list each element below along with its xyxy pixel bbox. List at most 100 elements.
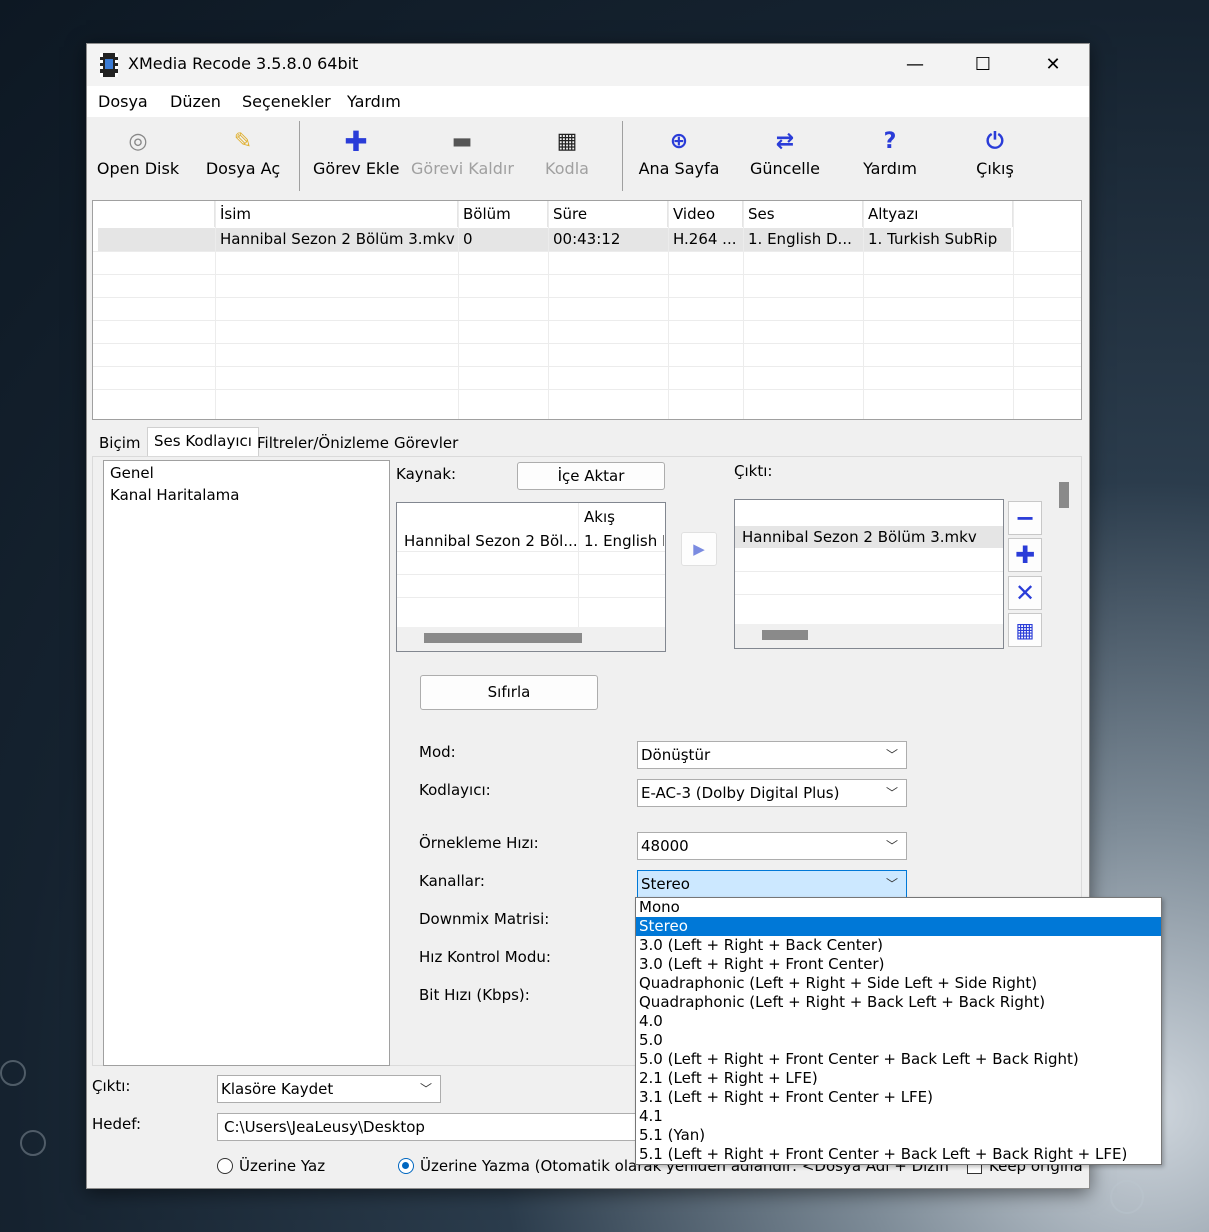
remove-stream-button[interactable]: −	[1008, 501, 1042, 535]
dropdown-option[interactable]: 5.0	[636, 1031, 1161, 1050]
dropdown-option[interactable]: 2.1 (Left + Right + LFE)	[636, 1069, 1161, 1088]
exit-button[interactable]: ⏻ Çıkış	[963, 117, 1027, 195]
column-header-chapter[interactable]: Bölüm	[458, 201, 548, 227]
dropdown-option[interactable]: 4.0	[636, 1012, 1161, 1031]
minus-icon: −	[1014, 504, 1036, 532]
scrollbar-thumb[interactable]	[1059, 482, 1069, 508]
no-overwrite-radio[interactable]	[398, 1158, 414, 1174]
update-button[interactable]: ⇄ Güncelle	[747, 117, 823, 195]
open-disk-button[interactable]: ◎ Open Disk	[95, 117, 181, 195]
cell-chapter: 0	[463, 230, 473, 248]
window-title: XMedia Recode 3.5.8.0 64bit	[128, 54, 359, 73]
job-list[interactable]: İsim Bölüm Süre Video Ses Altyazı Hannib…	[92, 200, 1082, 420]
menu-duzen[interactable]: Düzen	[170, 92, 221, 111]
grid-line	[93, 274, 1081, 275]
channels-dropdown-list[interactable]: Mono Stereo 3.0 (Left + Right + Back Cente…	[635, 897, 1162, 1165]
horizontal-scrollbar[interactable]	[397, 627, 665, 651]
dropdown-option[interactable]: 5.1 (Left + Right + Front Center + Back …	[636, 1145, 1161, 1164]
bitrate-label: Bit Hızı (Kbps):	[419, 986, 530, 1004]
arrow-right-icon: ▶	[693, 540, 705, 558]
scrollbar-thumb[interactable]	[424, 633, 582, 643]
source-stream-list[interactable]: Akış Hannibal Sezon 2 Böl... 1. English …	[396, 502, 666, 652]
open-file-label: Dosya Aç	[205, 159, 281, 178]
codec-value: E-AC-3 (Dolby Digital Plus)	[641, 784, 840, 802]
home-label: Ana Sayfa	[638, 159, 720, 178]
add-stream-button[interactable]: ✚	[1008, 538, 1042, 572]
calculator-button[interactable]: ▦	[1008, 613, 1042, 647]
import-button[interactable]: İçe Aktar	[517, 462, 665, 490]
tab-bicim[interactable]: Biçim	[93, 430, 146, 456]
maximize-button[interactable]: ☐	[951, 44, 1015, 86]
column-header-audio[interactable]: Ses	[743, 201, 863, 227]
column-header-stream[interactable]: Akış	[584, 508, 615, 526]
column-header-video[interactable]: Video	[668, 201, 743, 227]
dropdown-option[interactable]: Quadraphonic (Left + Right + Side Left +…	[636, 974, 1161, 993]
film-strip-icon	[100, 53, 118, 77]
overwrite-radio[interactable]	[217, 1158, 233, 1174]
samplerate-select[interactable]: 48000 ﹀	[637, 832, 907, 860]
column-header-blank[interactable]	[93, 201, 215, 227]
background-ring	[0, 1060, 26, 1086]
tree-item-kanal-haritalama[interactable]: Kanal Haritalama	[110, 486, 239, 504]
menu-dosya[interactable]: Dosya	[98, 92, 148, 111]
dropdown-option[interactable]: 3.0 (Left + Right + Back Center)	[636, 936, 1161, 955]
output-mode-select[interactable]: Klasöre Kaydet ﹀	[217, 1075, 441, 1103]
cell-name: Hannibal Sezon 2 Bölüm 3.mkv	[220, 230, 455, 248]
dropdown-option[interactable]: 3.0 (Left + Right + Front Center)	[636, 955, 1161, 974]
title-bar[interactable]: XMedia Recode 3.5.8.0 64bit — ☐ ✕	[87, 44, 1089, 86]
column-header-subtitle[interactable]: Altyazı	[863, 201, 1013, 227]
mode-select[interactable]: Dönüştür ﹀	[637, 741, 907, 769]
grid-line	[93, 366, 1081, 367]
codec-label: Kodlayıcı:	[419, 781, 491, 799]
close-button[interactable]: ✕	[1021, 44, 1085, 86]
plus-icon: ✚	[1014, 541, 1036, 569]
open-file-button[interactable]: ✎ Dosya Aç	[202, 117, 284, 195]
encode-button[interactable]: ▦ Kodla	[533, 117, 601, 195]
minus-icon: ▬	[451, 129, 473, 154]
dropdown-option[interactable]: 3.1 (Left + Right + Front Center + LFE)	[636, 1088, 1161, 1107]
tree-item-genel[interactable]: Genel	[110, 464, 154, 482]
question-mark-icon: ?	[883, 129, 897, 154]
dropdown-option[interactable]: Quadraphonic (Left + Right + Back Left +…	[636, 993, 1161, 1012]
source-label: Kaynak:	[396, 465, 457, 483]
column-header-name[interactable]: İsim	[215, 201, 458, 227]
codec-select[interactable]: E-AC-3 (Dolby Digital Plus) ﹀	[637, 779, 907, 807]
help-button[interactable]: ? Yardım	[857, 117, 923, 195]
dropdown-option[interactable]: 4.1	[636, 1107, 1161, 1126]
panel-scrollbar[interactable]	[1053, 460, 1079, 900]
background-ring	[20, 1130, 46, 1156]
refresh-icon: ⇄	[775, 129, 795, 154]
minimize-button[interactable]: —	[883, 44, 947, 86]
scrollbar-thumb[interactable]	[762, 630, 808, 640]
toolbar-separator	[299, 121, 300, 191]
settings-tree[interactable]: Genel Kanal Haritalama	[103, 460, 390, 1066]
tab-filtreler[interactable]: Filtreler/Önizleme	[251, 430, 395, 456]
tab-gorevler[interactable]: Görevler	[388, 430, 464, 456]
column-header-duration[interactable]: Süre	[548, 201, 668, 227]
remove-job-button[interactable]: ▬ Görevi Kaldır	[411, 117, 514, 195]
list-item-selected[interactable]: Hannibal Sezon 2 Bölüm 3.mkv	[735, 526, 1003, 548]
channels-select[interactable]: Stereo ﹀	[637, 870, 907, 898]
target-path-input[interactable]: C:\Users\JeaLeusy\Desktop	[217, 1113, 647, 1141]
reset-button[interactable]: Sıfırla	[420, 675, 598, 710]
horizontal-scrollbar[interactable]	[735, 624, 1003, 648]
home-button[interactable]: ⊕ Ana Sayfa	[637, 117, 721, 195]
dropdown-option[interactable]: Stereo	[636, 917, 1161, 936]
add-job-button[interactable]: ✚ Görev Ekle	[313, 117, 399, 195]
grid-line	[735, 571, 1003, 572]
output-stream-list[interactable]: Hannibal Sezon 2 Bölüm 3.mkv	[734, 499, 1004, 649]
tab-ses-kodlayici[interactable]: Ses Kodlayıcı	[147, 427, 259, 458]
dropdown-option[interactable]: 5.0 (Left + Right + Front Center + Back …	[636, 1050, 1161, 1069]
chevron-down-icon: ﹀	[885, 839, 898, 853]
menu-secenekler[interactable]: Seçenekler	[242, 92, 331, 111]
grid-line	[397, 597, 665, 598]
dropdown-option[interactable]: 5.1 (Yan)	[636, 1126, 1161, 1145]
delete-stream-button[interactable]: ✕	[1008, 576, 1042, 610]
dropdown-option[interactable]: Mono	[636, 898, 1161, 917]
menu-yardim[interactable]: Yardım	[347, 92, 401, 111]
overwrite-label[interactable]: Üzerine Yaz	[239, 1157, 325, 1175]
cell-audio: 1. English D...	[748, 230, 852, 248]
add-job-label: Görev Ekle	[313, 159, 400, 178]
target-path-value: C:\Users\JeaLeusy\Desktop	[224, 1118, 425, 1136]
move-to-output-button[interactable]: ▶	[681, 532, 717, 566]
